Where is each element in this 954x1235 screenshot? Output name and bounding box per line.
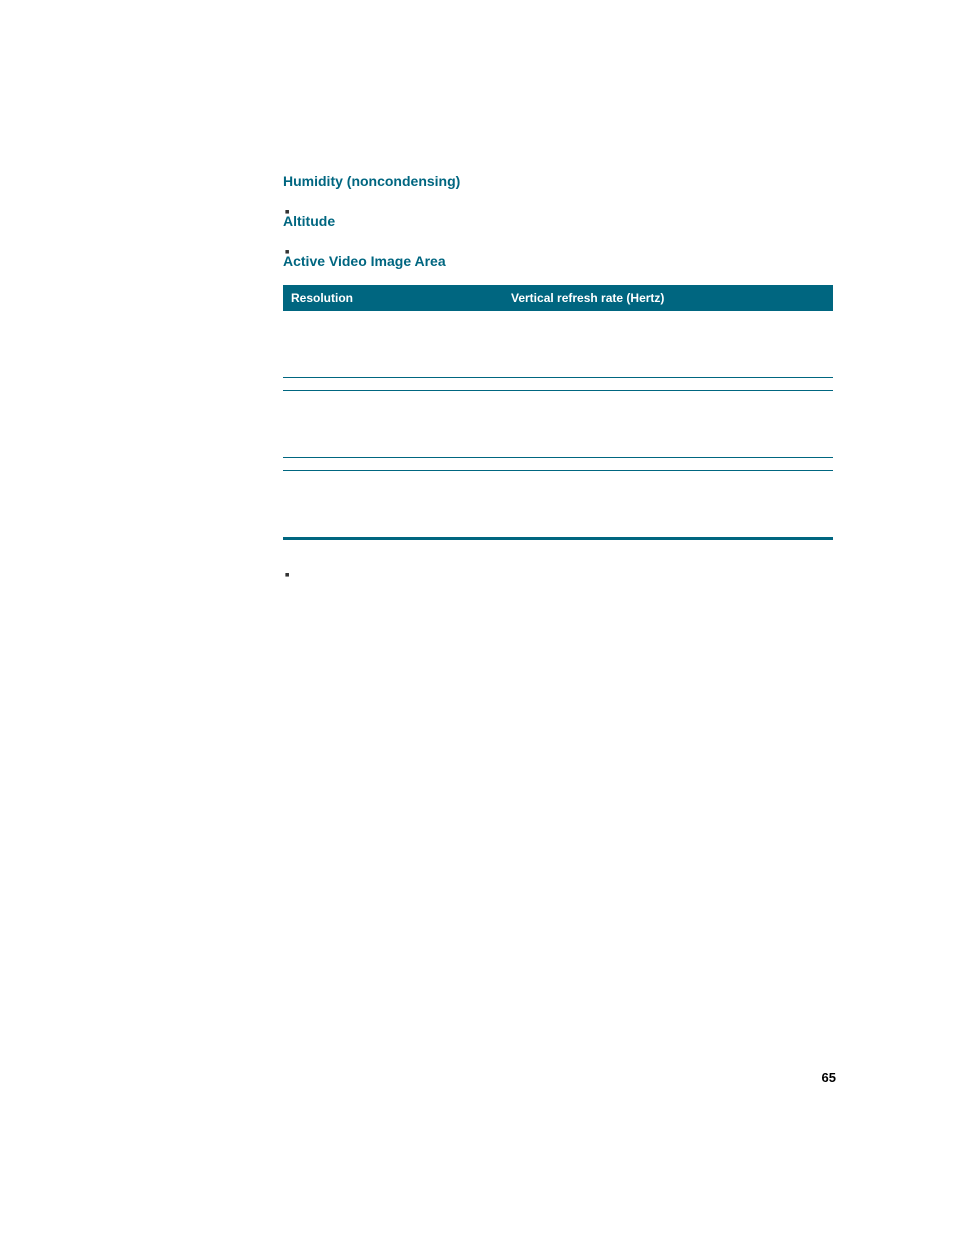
table-bottom-rule xyxy=(283,537,833,540)
resolution-table: Resolution Vertical refresh rate (Hertz) xyxy=(283,285,833,537)
table-row xyxy=(283,311,833,378)
table-row xyxy=(283,471,833,538)
cell-refresh xyxy=(503,391,833,458)
col-refresh: Vertical refresh rate (Hertz) xyxy=(503,285,833,311)
resolution-table-wrap: Resolution Vertical refresh rate (Hertz) xyxy=(283,285,833,540)
table-row xyxy=(283,378,833,391)
table-row xyxy=(283,391,833,458)
table-header-row: Resolution Vertical refresh rate (Hertz) xyxy=(283,285,833,311)
cell-resolution xyxy=(283,311,503,378)
cell-refresh xyxy=(503,378,833,391)
cell-refresh xyxy=(503,471,833,538)
col-resolution: Resolution xyxy=(283,285,503,311)
table-row xyxy=(283,458,833,471)
page-content: Humidity (noncondensing) Altitude Active… xyxy=(283,173,833,564)
cell-resolution xyxy=(283,378,503,391)
heading-video-area: Active Video Image Area xyxy=(283,253,833,269)
page-number: 65 xyxy=(822,1070,836,1085)
heading-humidity: Humidity (noncondensing) xyxy=(283,173,833,189)
cell-refresh xyxy=(503,458,833,471)
heading-altitude: Altitude xyxy=(283,213,833,229)
cell-refresh xyxy=(503,311,833,378)
cell-resolution xyxy=(283,471,503,538)
cell-resolution xyxy=(283,391,503,458)
cell-resolution xyxy=(283,458,503,471)
